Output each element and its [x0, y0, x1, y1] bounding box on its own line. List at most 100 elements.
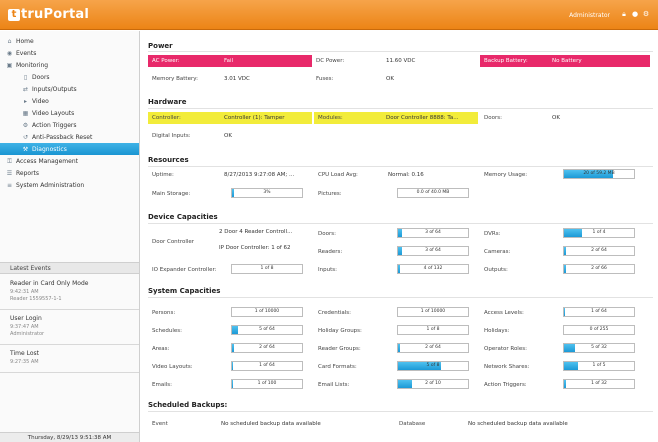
sidebar-item-label: Monitoring [16, 61, 49, 69]
sidebar-item-access-management[interactable]: ⚿ Access Management [0, 155, 139, 167]
backup-battery-value: No Battery [552, 58, 582, 64]
section-power: Power [148, 42, 173, 50]
event-item[interactable]: Time Lost 9:27:35 AM [0, 348, 139, 373]
app-logo[interactable]: t truPortal [8, 7, 89, 22]
cameras-bar: 2 of 64 [563, 246, 635, 256]
ac-power-label: AC Power: [152, 58, 180, 64]
reset-icon: ↺ [22, 133, 29, 141]
main-storage-text: 3% [263, 190, 271, 195]
memory-usage-text: 20 of 59.2 MB [583, 171, 615, 176]
event-title: Time Lost [10, 350, 39, 357]
event-time: 9:42:31 AM [10, 289, 39, 295]
schedules-bar: 5 of 64 [231, 325, 303, 335]
dvrs-bar: 1 of 4 [563, 228, 635, 238]
admin-icon: ≡ [6, 181, 13, 189]
reader-groups-bar: 2 of 64 [397, 343, 469, 353]
sidebar: ⌂ Home ◉ Events ▣ Monitoring ▯ Doors ⇄ Inputs/Out… [0, 31, 140, 442]
section-scheduled-backups: Scheduled Backups: [148, 401, 228, 409]
sidebar-item-inputs-outputs[interactable]: ⇄ Inputs/Outputs [0, 83, 139, 95]
lock-icon[interactable]: 🔒︎ [620, 10, 628, 18]
modules-value: Door Controller 8888: Ta... [386, 115, 459, 121]
dc-power-label: DC Power: [316, 58, 345, 64]
doors-status-label: Doors: [484, 115, 502, 121]
digital-inputs-value: OK [224, 133, 232, 139]
monitor-icon: ▣ [6, 61, 13, 69]
controller-row: Controller: Controller (1): Tamper [148, 112, 312, 124]
event-time: 9:37:47 AM [10, 324, 39, 330]
sidebar-item-monitoring[interactable]: ▣ Monitoring [0, 59, 139, 71]
sidebar-item-label: Action Triggers [32, 121, 77, 129]
video-bar: 1 of 64 [231, 361, 303, 371]
sidebar-item-system-administration[interactable]: ≡ System Administration [0, 179, 139, 191]
inputs-bar: 4 of 132 [397, 264, 469, 274]
sidebar-item-home[interactable]: ⌂ Home [0, 35, 139, 47]
uptime-value: 8/27/2013 9:27:08 AM; ... [224, 172, 295, 178]
sidebar-item-label: Events [16, 49, 37, 57]
pictures-bar: 0.0 of 40.0 MB [397, 188, 469, 198]
device-doors-bar: 3 of 64 [397, 228, 469, 238]
logo-mark: t [8, 8, 20, 21]
credentials-text: 1 of 10000 [420, 309, 446, 314]
sidebar-item-anti-passback-reset[interactable]: ↺ Anti-Passback Reset [0, 131, 139, 143]
access-levels-label: Access Levels: [484, 310, 524, 316]
sidebar-item-label: Home [16, 37, 34, 45]
layout-icon: ▦ [22, 109, 29, 117]
sidebar-item-events[interactable]: ◉ Events [0, 47, 139, 59]
cpu-load-value: Normal: 0.16 [388, 172, 424, 178]
event-title: User Login [10, 315, 42, 322]
backup-battery-label: Backup Battery: [484, 58, 528, 64]
event-detail: Reader 1559557-1-1 [10, 296, 62, 302]
readers-text: 3 of 64 [425, 248, 441, 253]
event-item[interactable]: User Login 9:37:47 AM Administrator [0, 313, 139, 345]
sidebar-item-diagnostics[interactable]: ⚒ Diagnostics [0, 143, 139, 155]
device-doors-label: Doors: [318, 231, 336, 237]
latest-events-list: Reader in Card Only Mode 9:42:31 AM Reader… [0, 278, 139, 376]
controller-value: Controller (1): Tamper [224, 115, 285, 121]
ac-power-value: Fail [224, 58, 234, 64]
section-divider [148, 108, 653, 109]
event-detail: Administrator [10, 331, 45, 337]
sidebar-item-label: Video [32, 97, 49, 105]
settings-icon[interactable]: ⚙ [642, 10, 650, 18]
dvrs-label: DVRs: [484, 231, 501, 237]
sidebar-item-doors[interactable]: ▯ Doors [0, 71, 139, 83]
holiday-groups-bar: 1 of 8 [397, 325, 469, 335]
chat-icon[interactable]: ● [631, 10, 639, 18]
video-text: 1 of 64 [259, 363, 275, 368]
backup-battery-row: Backup Battery: No Battery [480, 55, 650, 67]
backup-database-label: Database [399, 421, 426, 427]
memory-usage-bar: 20 of 59.2 MB [563, 169, 635, 179]
door-controller-line1: 2 Door 4 Reader Controll... [219, 229, 293, 235]
main-storage-bar: 3% [231, 188, 303, 198]
areas-text: 2 of 64 [259, 345, 275, 350]
logo-text: truPortal [21, 7, 89, 22]
sidebar-item-reports[interactable]: ☰ Reports [0, 167, 139, 179]
backup-event-label: Event [152, 421, 168, 427]
event-item[interactable]: Reader in Card Only Mode 9:42:31 AM Reader… [0, 278, 139, 310]
app-header: t truPortal Administrator 🔒︎ ● ⚙ [0, 0, 658, 30]
sidebar-item-action-triggers[interactable]: ⚙ Action Triggers [0, 119, 139, 131]
section-divider [148, 51, 653, 52]
dvrs-text: 1 of 4 [592, 230, 606, 235]
section-resources: Resources [148, 156, 189, 164]
section-hardware: Hardware [148, 98, 187, 106]
sidebar-item-video-layouts[interactable]: ▦ Video Layouts [0, 107, 139, 119]
action-triggers-label: Action Triggers: [484, 382, 527, 388]
section-divider [148, 297, 653, 298]
holidays-text: 0 of 255 [589, 327, 609, 332]
card-formats-label: Card Formats: [318, 364, 357, 370]
schedules-label: Schedules: [152, 328, 182, 334]
sidebar-item-label: Doors [32, 73, 50, 81]
memory-battery-value: 3.01 VDC [224, 76, 250, 82]
section-divider [148, 166, 653, 167]
user-name[interactable]: Administrator [569, 12, 610, 19]
trigger-icon: ⚙ [22, 121, 29, 129]
areas-label: Areas: [152, 346, 170, 352]
door-controller-line2: IP Door Controller: 1 of 62 [219, 245, 291, 251]
sidebar-item-video[interactable]: ▸ Video [0, 95, 139, 107]
operator-roles-text: 5 of 32 [591, 345, 607, 350]
network-shares-bar: 1 of 5 [563, 361, 635, 371]
holiday-groups-label: Holiday Groups: [318, 328, 362, 334]
fuses-label: Fuses: [316, 76, 334, 82]
sidebar-item-label: Reports [16, 169, 40, 177]
